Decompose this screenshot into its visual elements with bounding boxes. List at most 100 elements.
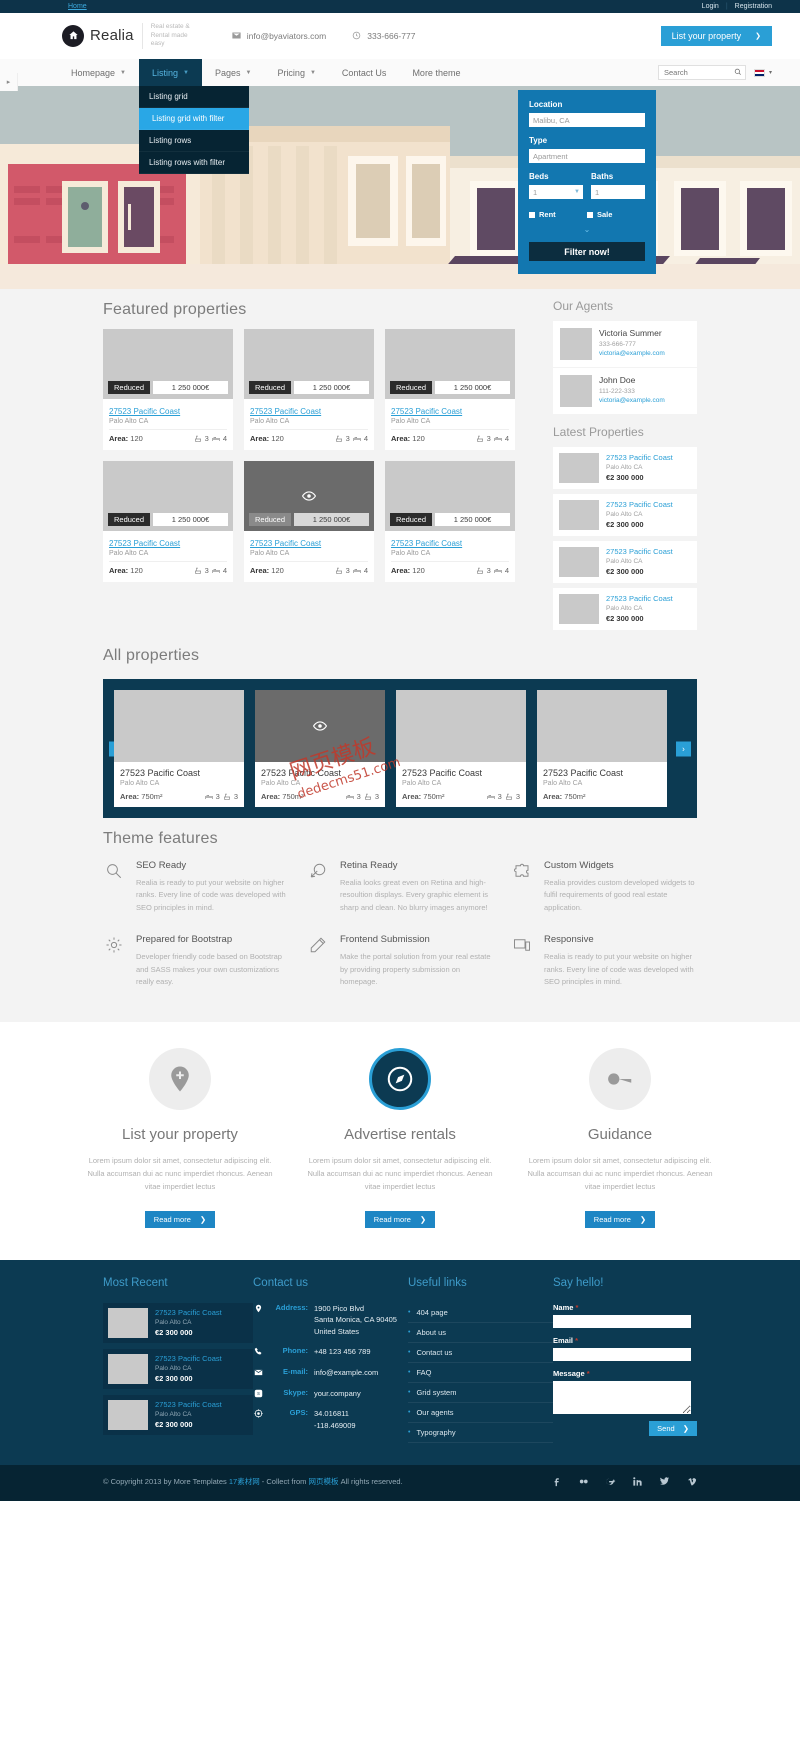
search-input[interactable]	[657, 65, 746, 80]
list-your-property-button[interactable]: List your property ❯	[660, 26, 772, 46]
nav-item-contact-us[interactable]: Contact Us	[329, 59, 400, 86]
header-email[interactable]: info@byaviators.com	[232, 31, 326, 42]
more-options-toggle[interactable]: ⌄	[529, 225, 645, 234]
agent-email[interactable]: victoria@example.com	[599, 350, 665, 357]
nav-item-more-theme[interactable]: More theme	[399, 59, 473, 86]
footer-recent-item[interactable]: 27523 Pacific Coast Palo Alto CA €2 300 …	[103, 1302, 253, 1343]
facebook-icon[interactable]	[551, 1476, 562, 1490]
carousel-property-card[interactable]: 27523 Pacific Coast Palo Alto CA Area: 7…	[255, 690, 385, 807]
nav-item-pages[interactable]: Pages ▼	[202, 59, 264, 86]
dropdown-item-listing-grid-with-filter[interactable]: Listing grid with filter	[138, 108, 249, 130]
property-card[interactable]: Reduced 1 250 000€ 27523 Pacific Coast P…	[244, 329, 374, 450]
registration-link[interactable]: Registration	[735, 3, 772, 10]
rent-checkbox[interactable]: Rent	[529, 210, 587, 219]
flickr-icon[interactable]	[578, 1476, 589, 1490]
property-thumbnail[interactable]	[396, 690, 526, 762]
property-thumbnail[interactable]: Reduced 1 250 000€	[385, 329, 515, 399]
footer-recent-item[interactable]: 27523 Pacific Coast Palo Alto CA €2 300 …	[103, 1394, 253, 1435]
latest-property-item[interactable]: 27523 Pacific Coast Palo Alto CA €2 300 …	[553, 447, 697, 489]
nav-item-pricing[interactable]: Pricing ▼	[264, 59, 328, 86]
vimeo-icon[interactable]	[686, 1476, 697, 1490]
footer-recent-item[interactable]: 27523 Pacific Coast Palo Alto CA €2 300 …	[103, 1348, 253, 1389]
agent-email[interactable]: victoria@example.com	[599, 397, 665, 404]
recent-address[interactable]: 27523 Pacific Coast	[155, 1400, 222, 1409]
latest-property-item[interactable]: 27523 Pacific Coast Palo Alto CA €2 300 …	[553, 494, 697, 536]
footer-link-item[interactable]: • Our agents	[408, 1403, 553, 1423]
filter-now-button[interactable]: Filter now!	[529, 242, 645, 261]
search-icon[interactable]	[734, 68, 742, 76]
property-thumbnail[interactable]	[114, 690, 244, 762]
footer-link-item[interactable]: • 404 page	[408, 1303, 553, 1323]
footer-link-item[interactable]: • Grid system	[408, 1383, 553, 1403]
send-button[interactable]: Send ❯	[649, 1420, 697, 1436]
header-phone[interactable]: 333-666-777	[352, 31, 415, 42]
property-thumbnail[interactable]	[255, 690, 385, 762]
agent-item[interactable]: John Doe 111-222-333 victoria@example.co…	[553, 368, 697, 414]
email-input[interactable]	[553, 1347, 691, 1361]
read-more-button[interactable]: Read more ❯	[584, 1210, 656, 1228]
read-more-button[interactable]: Read more ❯	[144, 1210, 216, 1228]
property-thumbnail[interactable]: Reduced 1 250 000€	[244, 329, 374, 399]
copyright-link-2[interactable]: 网页模板	[308, 1477, 338, 1486]
brand[interactable]: Realia Real estate & Rental made easy	[62, 22, 198, 50]
property-address-link[interactable]: 27523 Pacific Coast	[250, 407, 321, 416]
dropdown-item-listing-rows[interactable]: Listing rows	[138, 130, 249, 152]
location-select[interactable]: Malibu, CA	[529, 113, 645, 127]
carousel-next-button[interactable]: ›	[676, 741, 691, 756]
dropdown-item-listing-rows-with-filter[interactable]: Listing rows with filter	[138, 152, 249, 174]
property-thumbnail[interactable]: Reduced 1 250 000€	[103, 329, 233, 399]
twitter-icon[interactable]	[659, 1476, 670, 1490]
email-value[interactable]: info@example.com	[314, 1367, 378, 1379]
topbar-home-link[interactable]: Home	[68, 3, 87, 10]
property-address[interactable]: 27523 Pacific Coast	[120, 768, 238, 778]
latest-address[interactable]: 27523 Pacific Coast	[606, 500, 673, 509]
nav-item-listing[interactable]: Listing ▼ Listing grid Listing grid with …	[138, 59, 249, 174]
language-selector[interactable]: ▾	[753, 68, 772, 77]
latest-property-item[interactable]: 27523 Pacific Coast Palo Alto CA €2 300 …	[553, 541, 697, 583]
read-more-button[interactable]: Read more ❯	[364, 1210, 436, 1228]
property-address-link[interactable]: 27523 Pacific Coast	[109, 407, 180, 416]
property-thumbnail[interactable]: Reduced 1 250 000€	[385, 461, 515, 531]
latest-address[interactable]: 27523 Pacific Coast	[606, 547, 673, 556]
recent-address[interactable]: 27523 Pacific Coast	[155, 1308, 222, 1317]
latest-address[interactable]: 27523 Pacific Coast	[606, 453, 673, 462]
nav-collapse-toggle[interactable]: ▸	[0, 73, 18, 91]
carousel-property-card[interactable]: 27523 Pacific Coast Palo Alto CA Area: 7…	[537, 690, 667, 807]
message-textarea[interactable]	[553, 1380, 691, 1414]
footer-link-item[interactable]: • FAQ	[408, 1363, 553, 1383]
type-select[interactable]: Apartment	[529, 149, 645, 163]
property-address[interactable]: 27523 Pacific Coast	[402, 768, 520, 778]
property-address-link[interactable]: 27523 Pacific Coast	[391, 407, 462, 416]
property-card[interactable]: Reduced 1 250 000€ 27523 Pacific Coast P…	[385, 329, 515, 450]
property-thumbnail[interactable]: Reduced 1 250 000€	[244, 461, 374, 531]
recent-address[interactable]: 27523 Pacific Coast	[155, 1354, 222, 1363]
login-link[interactable]: Login	[702, 3, 719, 10]
beds-select[interactable]: 1 ▼	[529, 185, 583, 199]
google-plus-icon[interactable]	[605, 1476, 616, 1490]
property-address[interactable]: 27523 Pacific Coast	[543, 768, 661, 778]
nav-item-homepage[interactable]: Homepage ▼	[58, 59, 139, 86]
property-address[interactable]: 27523 Pacific Coast	[261, 768, 379, 778]
carousel-property-card[interactable]: 27523 Pacific Coast Palo Alto CA Area: 7…	[114, 690, 244, 807]
carousel-property-card[interactable]: 27523 Pacific Coast Palo Alto CA Area: 7…	[396, 690, 526, 807]
agent-item[interactable]: Victoria Summer 333-666-777 victoria@exa…	[553, 321, 697, 367]
baths-select[interactable]: 1	[591, 185, 645, 199]
name-input[interactable]	[553, 1314, 691, 1328]
latest-property-item[interactable]: 27523 Pacific Coast Palo Alto CA €2 300 …	[553, 588, 697, 630]
dropdown-item-listing-grid[interactable]: Listing grid	[138, 86, 249, 108]
property-card[interactable]: Reduced 1 250 000€ 27523 Pacific Coast P…	[103, 461, 233, 582]
footer-link-item[interactable]: • Typography	[408, 1423, 553, 1443]
footer-link-item[interactable]: • Contact us	[408, 1343, 553, 1363]
linkedin-icon[interactable]	[632, 1476, 643, 1490]
property-address-link[interactable]: 27523 Pacific Coast	[391, 539, 462, 548]
property-card[interactable]: Reduced 1 250 000€ 27523 Pacific Coast P…	[385, 461, 515, 582]
property-card[interactable]: Reduced 1 250 000€ 27523 Pacific Coast P…	[244, 461, 374, 582]
copyright-link-1[interactable]: 17素材网	[229, 1477, 260, 1486]
property-thumbnail[interactable]: Reduced 1 250 000€	[103, 461, 233, 531]
footer-link-item[interactable]: • About us	[408, 1323, 553, 1343]
property-thumbnail[interactable]	[537, 690, 667, 762]
property-card[interactable]: Reduced 1 250 000€ 27523 Pacific Coast P…	[103, 329, 233, 450]
latest-address[interactable]: 27523 Pacific Coast	[606, 594, 673, 603]
property-address-link[interactable]: 27523 Pacific Coast	[250, 539, 321, 548]
sale-checkbox[interactable]: Sale	[587, 210, 645, 219]
